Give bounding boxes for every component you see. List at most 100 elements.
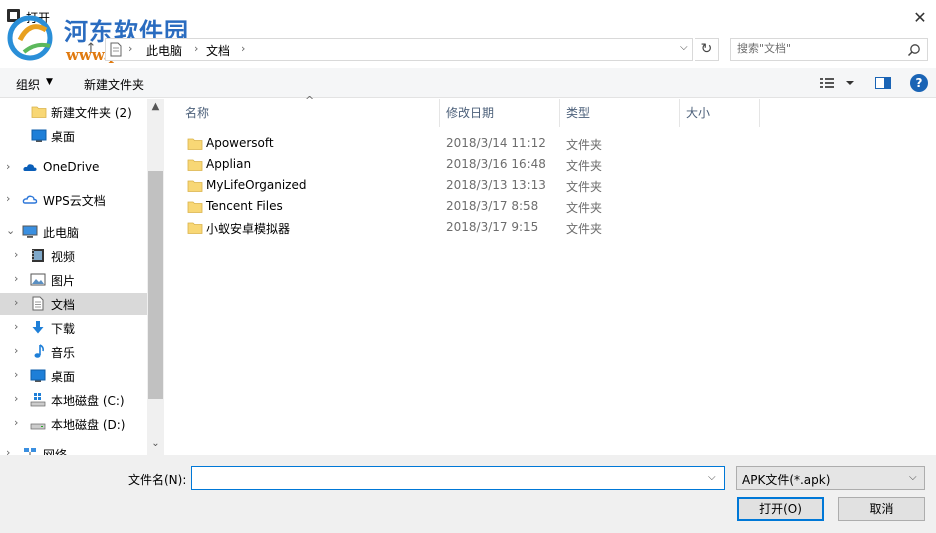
- expand-chevron-icon[interactable]: ›: [14, 416, 18, 429]
- expand-chevron-icon[interactable]: ›: [14, 344, 18, 357]
- column-divider[interactable]: [759, 99, 760, 127]
- folder-icon: [31, 104, 47, 119]
- sidebar-item-label: 文档: [51, 298, 76, 312]
- view-options-icon[interactable]: [818, 74, 858, 92]
- search-input[interactable]: [737, 42, 897, 55]
- sidebar-item-label: 桌面: [51, 130, 76, 144]
- sidebar-item[interactable]: › 图片: [0, 269, 147, 291]
- sidebar-item-label: 视频: [51, 250, 76, 264]
- expand-chevron-icon[interactable]: ›: [14, 392, 18, 405]
- wps-cloud-icon: [22, 192, 38, 207]
- documents-icon: [30, 296, 46, 311]
- filetype-value: APK文件(*.apk): [742, 473, 831, 487]
- folder-icon: [187, 220, 203, 234]
- bottom-bar: 文件名(N): ⌵ APK文件(*.apk) ⌵ 打开(O) 取消: [0, 455, 936, 533]
- sidebar-item-label: 新建文件夹 (2): [51, 106, 132, 120]
- address-bar[interactable]: › 此电脑 › 文档 › ⌵: [105, 38, 693, 61]
- scroll-up-icon[interactable]: ▲: [147, 101, 164, 115]
- organize-dropdown-icon[interactable]: ▼: [46, 77, 53, 87]
- desktop-icon: [30, 368, 46, 383]
- sidebar-item-label: 本地磁盘 (D:): [51, 418, 126, 432]
- expand-chevron-icon[interactable]: ›: [14, 320, 18, 333]
- sidebar-item[interactable]: › 网络: [0, 443, 147, 455]
- expand-chevron-icon[interactable]: ›: [6, 192, 10, 205]
- breadcrumb-this-pc[interactable]: 此电脑: [146, 42, 182, 59]
- sidebar-item[interactable]: › 本地磁盘 (D:): [0, 413, 147, 435]
- file-row[interactable]: Apowersoft 2018/3/14 11:12 文件夹: [165, 133, 936, 154]
- sidebar-item[interactable]: 新建文件夹 (2): [0, 101, 147, 123]
- file-type: 文件夹: [566, 201, 603, 215]
- filetype-dropdown-icon[interactable]: ⌵: [909, 472, 917, 483]
- expand-chevron-icon[interactable]: ›: [6, 160, 10, 173]
- breadcrumb-documents[interactable]: 文档: [206, 42, 230, 59]
- up-button[interactable]: ↑: [83, 41, 99, 57]
- scroll-thumb[interactable]: [148, 171, 163, 399]
- organize-button[interactable]: 组织: [16, 76, 40, 93]
- filetype-select[interactable]: APK文件(*.apk) ⌵: [736, 466, 925, 490]
- filename-input[interactable]: [196, 470, 696, 484]
- breadcrumb-separator[interactable]: ›: [128, 42, 132, 55]
- nav-scrollbar[interactable]: ▲ ⌄: [147, 99, 164, 455]
- column-header-name[interactable]: 名称: [185, 99, 209, 127]
- file-row[interactable]: 小蚁安卓模拟器 2018/3/17 9:15 文件夹: [165, 217, 936, 238]
- music-icon: [30, 344, 46, 359]
- expand-chevron-icon[interactable]: ›: [6, 446, 10, 455]
- filename-dropdown-icon[interactable]: ⌵: [708, 472, 716, 483]
- expand-chevron-icon[interactable]: ›: [14, 296, 18, 309]
- search-icon[interactable]: [907, 43, 921, 57]
- sidebar-item[interactable]: 桌面: [0, 125, 147, 147]
- refresh-button[interactable]: ↻: [695, 38, 719, 61]
- filename-combobox[interactable]: ⌵: [191, 466, 725, 490]
- column-divider[interactable]: [679, 99, 680, 127]
- sidebar-item[interactable]: › 本地磁盘 (C:): [0, 389, 147, 411]
- preview-pane-icon[interactable]: [874, 74, 892, 92]
- new-folder-button[interactable]: 新建文件夹: [84, 76, 144, 93]
- file-row[interactable]: Applian 2018/3/16 16:48 文件夹: [165, 154, 936, 175]
- column-header-date[interactable]: 修改日期: [446, 99, 494, 127]
- navigation-pane: 新建文件夹 (2) 桌面 › OneDrive › WPS云文档 ⌄ 此电脑 › 视频 › 图片 › 文档…: [0, 99, 147, 455]
- help-button[interactable]: ?: [910, 74, 928, 92]
- file-date: 2018/3/16 16:48: [446, 157, 546, 171]
- expand-chevron-icon[interactable]: ⌄: [6, 224, 15, 237]
- close-button[interactable]: ✕: [905, 4, 935, 30]
- download-icon: [30, 320, 46, 335]
- sidebar-item-label: 此电脑: [43, 226, 80, 240]
- sort-ascending-icon: ^: [305, 94, 315, 107]
- address-history-dropdown[interactable]: ⌵: [680, 42, 688, 53]
- file-row[interactable]: Tencent Files 2018/3/17 8:58 文件夹: [165, 196, 936, 217]
- sidebar-item-label: 本地磁盘 (C:): [51, 394, 125, 408]
- sidebar-item-label: 图片: [51, 274, 76, 288]
- pictures-icon: [30, 272, 46, 287]
- open-button[interactable]: 打开(O): [737, 497, 824, 521]
- expand-chevron-icon[interactable]: ›: [14, 272, 18, 285]
- onedrive-cloud-icon: [22, 160, 38, 175]
- file-type: 文件夹: [566, 180, 603, 194]
- expand-chevron-icon[interactable]: ›: [14, 248, 18, 261]
- column-divider[interactable]: [439, 99, 440, 127]
- scroll-down-icon[interactable]: ⌄: [147, 438, 164, 452]
- sidebar-item[interactable]: › OneDrive: [0, 157, 147, 179]
- column-divider[interactable]: [559, 99, 560, 127]
- sidebar-item[interactable]: › 视频: [0, 245, 147, 267]
- cancel-button[interactable]: 取消: [838, 497, 925, 521]
- sidebar-item-label: 音乐: [51, 346, 76, 360]
- video-icon: [30, 248, 46, 263]
- file-row[interactable]: MyLifeOrganized 2018/3/13 13:13 文件夹: [165, 175, 936, 196]
- expand-chevron-icon[interactable]: ›: [14, 368, 18, 381]
- breadcrumb-separator[interactable]: ›: [194, 42, 198, 55]
- search-box[interactable]: [730, 38, 928, 61]
- sidebar-item[interactable]: › 下载: [0, 317, 147, 339]
- column-header-size[interactable]: 大小: [686, 99, 710, 127]
- sidebar-item[interactable]: ⌄ 此电脑: [0, 221, 147, 243]
- sidebar-item[interactable]: › 音乐: [0, 341, 147, 363]
- folder-icon: [187, 199, 203, 213]
- breadcrumb-separator[interactable]: ›: [241, 42, 245, 55]
- file-date: 2018/3/14 11:12: [446, 136, 546, 150]
- filename-label: 文件名(N):: [128, 473, 187, 487]
- sidebar-item[interactable]: › 文档: [0, 293, 147, 315]
- column-header-type[interactable]: 类型: [566, 99, 590, 127]
- this-pc-icon: [22, 224, 38, 239]
- sidebar-item[interactable]: › 桌面: [0, 365, 147, 387]
- sidebar-item[interactable]: › WPS云文档: [0, 189, 147, 211]
- sidebar-item-label: 网络: [43, 448, 68, 455]
